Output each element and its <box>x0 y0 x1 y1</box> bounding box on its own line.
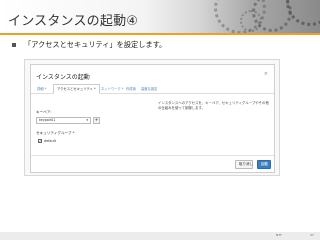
gear-icon <box>240 10 262 32</box>
bullet-icon <box>12 43 16 47</box>
launch-button[interactable]: 起動 <box>257 160 271 169</box>
bullet-text: 「アクセスとセキュリティ」を設定します。 <box>24 40 167 49</box>
close-icon[interactable]: × <box>264 71 268 77</box>
bullet-item: 「アクセスとセキュリティ」を設定します。 <box>12 40 166 50</box>
add-keypair-button[interactable]: + <box>93 117 100 124</box>
cancel-button[interactable]: 取り消し <box>235 160 253 169</box>
security-group-default-label: default <box>44 139 56 143</box>
slide-title: インスタンスの起動④ <box>8 14 139 29</box>
page-number: 37 <box>310 233 314 237</box>
help-text: インスタンスへのアクセスを、キーペア、セキュリティグループやその他の仕組みを使っ… <box>158 101 269 110</box>
keypair-value: keypair01 <box>39 118 56 122</box>
tab-network[interactable]: ネットワーク * <box>101 86 123 94</box>
keypair-select[interactable]: keypair01 ▾ <box>36 117 91 124</box>
tab-details[interactable]: 詳細 * <box>37 86 46 94</box>
tab-bar: 詳細 * アクセスとセキュリティ * ネットワーク * 作成後 高度な設定 <box>31 84 274 94</box>
checkbox[interactable]: ✓ <box>38 139 42 143</box>
security-group-label: セキュリティグループ * <box>36 131 75 135</box>
footer-logo: NTT <box>276 233 282 237</box>
tab-advanced[interactable]: 高度な設定 <box>141 86 157 94</box>
title-underline <box>0 33 320 35</box>
tab-post-creation[interactable]: 作成後 <box>126 86 136 94</box>
keypair-label: キーペア: <box>36 110 52 114</box>
tab-access-security[interactable]: アクセスとセキュリティ * <box>53 84 100 94</box>
slide: インスタンスの起動④ 「アクセスとセキュリティ」を設定します。 インスタンスの起… <box>0 0 320 240</box>
security-group-option[interactable]: ✓ default <box>38 139 56 143</box>
chevron-down-icon: ▾ <box>86 118 88 122</box>
launch-instance-dialog: インスタンスの起動 × 詳細 * アクセスとセキュリティ * ネットワーク * … <box>30 64 275 173</box>
slide-footer <box>0 232 320 240</box>
dialog-footer-divider <box>31 155 274 156</box>
gear-icon <box>286 0 320 26</box>
dialog-title: インスタンスの起動 <box>36 74 90 81</box>
embedded-screenshot: インスタンスの起動 × 詳細 * アクセスとセキュリティ * ネットワーク * … <box>24 59 280 176</box>
